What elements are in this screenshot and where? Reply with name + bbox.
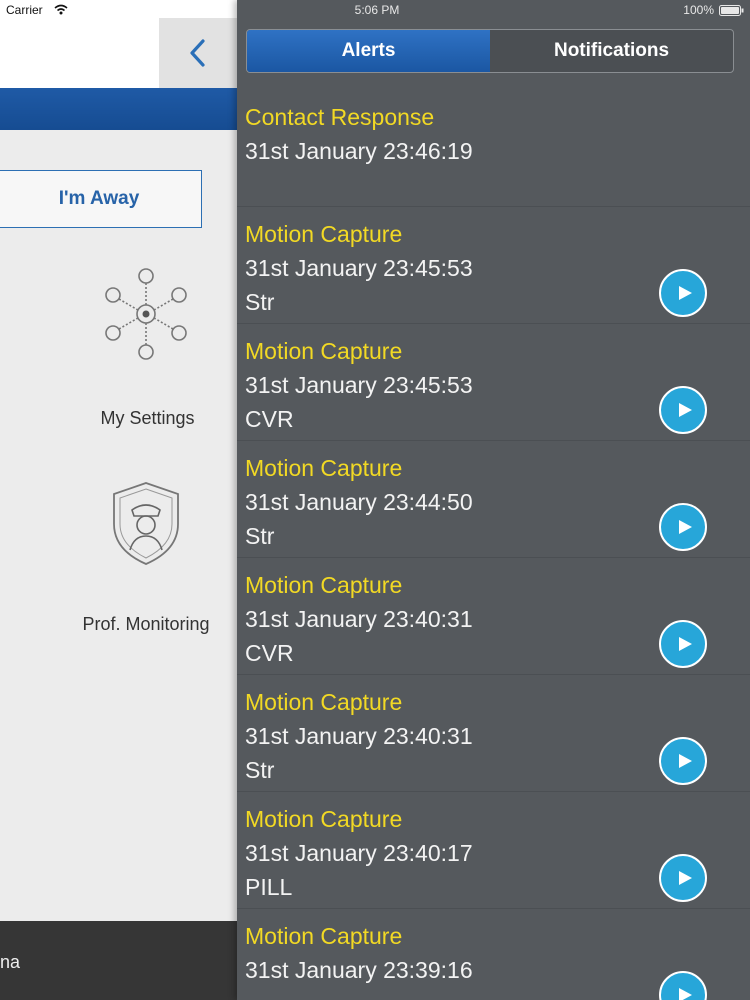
alert-item[interactable]: Motion Capture 31st January 23:44:50 Str [237, 441, 750, 558]
im-away-button[interactable]: I'm Away [0, 170, 202, 228]
play-button[interactable] [659, 854, 707, 902]
police-shield-icon[interactable] [110, 480, 182, 566]
play-icon [678, 403, 692, 417]
play-button[interactable] [659, 503, 707, 551]
play-button[interactable] [659, 386, 707, 434]
alert-source: CVR [245, 406, 294, 432]
play-icon [678, 754, 692, 768]
play-icon [678, 871, 692, 885]
alert-title: Motion Capture [245, 923, 403, 949]
play-button[interactable] [659, 620, 707, 668]
alert-time: 31st January 23:39:16 [245, 957, 473, 983]
play-button[interactable] [659, 971, 707, 1000]
alert-title: Motion Capture [245, 572, 403, 598]
alert-item[interactable]: Motion Capture 31st January 23:39:16 [237, 909, 750, 1000]
alert-item[interactable]: Motion Capture 31st January 23:45:53 Str [237, 207, 750, 324]
alert-title: Motion Capture [245, 806, 403, 832]
alert-time: 31st January 23:40:17 [245, 840, 473, 866]
alert-time: 31st January 23:45:53 [245, 372, 473, 398]
alert-item[interactable]: Motion Capture 31st January 23:45:53 CVR [237, 324, 750, 441]
alert-time: 31st January 23:44:50 [245, 489, 473, 515]
alert-title: Motion Capture [245, 221, 403, 247]
alert-source: Str [245, 289, 275, 315]
battery-icon [719, 5, 744, 16]
alert-item[interactable]: Motion Capture 31st January 23:40:31 Str [237, 675, 750, 792]
alert-title: Motion Capture [245, 338, 403, 364]
tab-alerts[interactable]: Alerts [247, 30, 490, 72]
alerts-panel: 5:06 PM 100% Alerts Notifications Contac… [237, 0, 750, 1000]
status-bar-left: Carrier [0, 0, 237, 20]
carrier-label: Carrier [6, 3, 43, 17]
play-icon [678, 286, 692, 300]
play-icon [678, 988, 692, 1000]
left-footer [0, 921, 237, 1000]
alert-source: PILL [245, 874, 293, 900]
wifi-icon [54, 4, 68, 15]
alert-source: Str [245, 523, 275, 549]
alert-time: 31st January 23:40:31 [245, 723, 473, 749]
battery-percent: 100% [683, 3, 714, 17]
alert-time: 31st January 23:40:31 [245, 606, 473, 632]
play-icon [678, 520, 692, 534]
alert-title: Motion Capture [245, 455, 403, 481]
settings-network-icon[interactable] [104, 268, 188, 360]
back-button[interactable] [159, 18, 237, 88]
alert-source: Str [245, 757, 275, 783]
footer-text: na [0, 952, 21, 972]
alert-time: 31st January 23:46:19 [245, 138, 473, 164]
my-settings-label[interactable]: My Settings [80, 408, 215, 429]
alert-list: Contact Response 31st January 23:46:19 M… [237, 90, 750, 1000]
background-app: Carrier I'm Away My Settings Prof. Monit… [0, 0, 237, 1000]
alert-item[interactable]: Contact Response 31st January 23:46:19 [237, 90, 750, 207]
brand-bar [0, 88, 237, 130]
play-button[interactable] [659, 737, 707, 785]
tab-notifications[interactable]: Notifications [490, 30, 733, 72]
status-bar-right: 5:06 PM 100% [237, 0, 750, 20]
play-button[interactable] [659, 269, 707, 317]
alert-title: Motion Capture [245, 689, 403, 715]
alert-source: CVR [245, 640, 294, 666]
alert-title: Contact Response [245, 104, 435, 130]
prof-monitoring-label[interactable]: Prof. Monitoring [66, 614, 226, 635]
chevron-left-icon [190, 39, 205, 67]
alert-time: 31st January 23:45:53 [245, 255, 473, 281]
status-time: 5:06 PM [354, 3, 400, 17]
alerts-notifications-toggle: Alerts Notifications [246, 29, 734, 73]
alert-item[interactable]: Motion Capture 31st January 23:40:17 PIL… [237, 792, 750, 909]
play-icon [678, 637, 692, 651]
alert-item[interactable]: Motion Capture 31st January 23:40:31 CVR [237, 558, 750, 675]
